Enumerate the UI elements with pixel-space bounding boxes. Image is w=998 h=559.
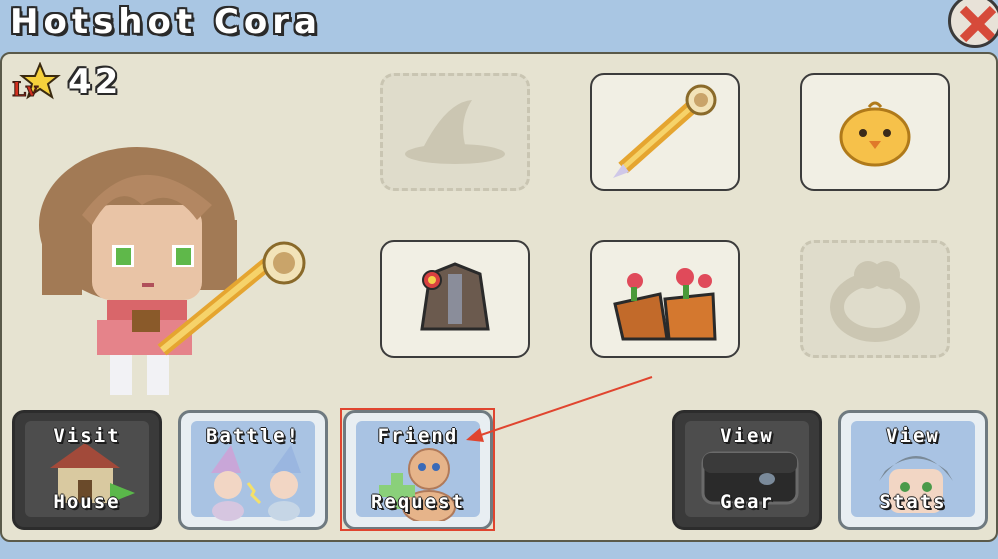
stats-label: Stats — [879, 491, 947, 513]
view-gear-button[interactable]: View Gear — [672, 410, 822, 530]
visit-label: Visit — [53, 425, 121, 447]
character-name: Hotshot Cora — [10, 2, 322, 42]
telescope-staff-icon — [613, 84, 717, 178]
equip-slot-outfit[interactable] — [380, 240, 530, 358]
equip-slot-weapon[interactable] — [590, 73, 740, 191]
view-stats-top-label: View — [886, 425, 940, 447]
wizard-hat-icon — [405, 100, 505, 164]
flower-boots-icon — [613, 268, 717, 341]
coat-outfit-icon — [420, 262, 490, 331]
close-x-icon — [959, 5, 997, 43]
house-label: House — [53, 491, 121, 513]
battle-button[interactable]: Battle! — [178, 410, 328, 530]
friend-request-button[interactable]: Friend Request — [343, 410, 493, 530]
gear-label: Gear — [720, 491, 774, 513]
svg-text:Lv: Lv — [12, 77, 39, 101]
equip-slot-pet[interactable] — [800, 73, 950, 191]
battle-wizards-icon — [211, 445, 301, 521]
character-avatar — [39, 147, 306, 395]
equip-slot-ring[interactable] — [800, 240, 950, 358]
chick-pet-icon — [839, 101, 911, 167]
level-number: 42 — [68, 62, 122, 102]
equip-slot-boots[interactable] — [590, 240, 740, 358]
request-label: Request — [370, 491, 466, 513]
view-stats-button[interactable]: View Stats — [838, 410, 988, 530]
level-star-icon: Lv — [12, 62, 61, 102]
equip-slot-hat[interactable] — [380, 73, 530, 191]
visit-house-button[interactable]: Visit House — [12, 410, 162, 530]
view-gear-top-label: View — [720, 425, 774, 447]
level-display: Lv 42 — [10, 62, 121, 102]
close-button[interactable] — [948, 0, 998, 48]
battle-label: Battle! — [205, 425, 301, 447]
ring-icon — [830, 261, 920, 342]
friend-label: Friend — [377, 425, 459, 447]
